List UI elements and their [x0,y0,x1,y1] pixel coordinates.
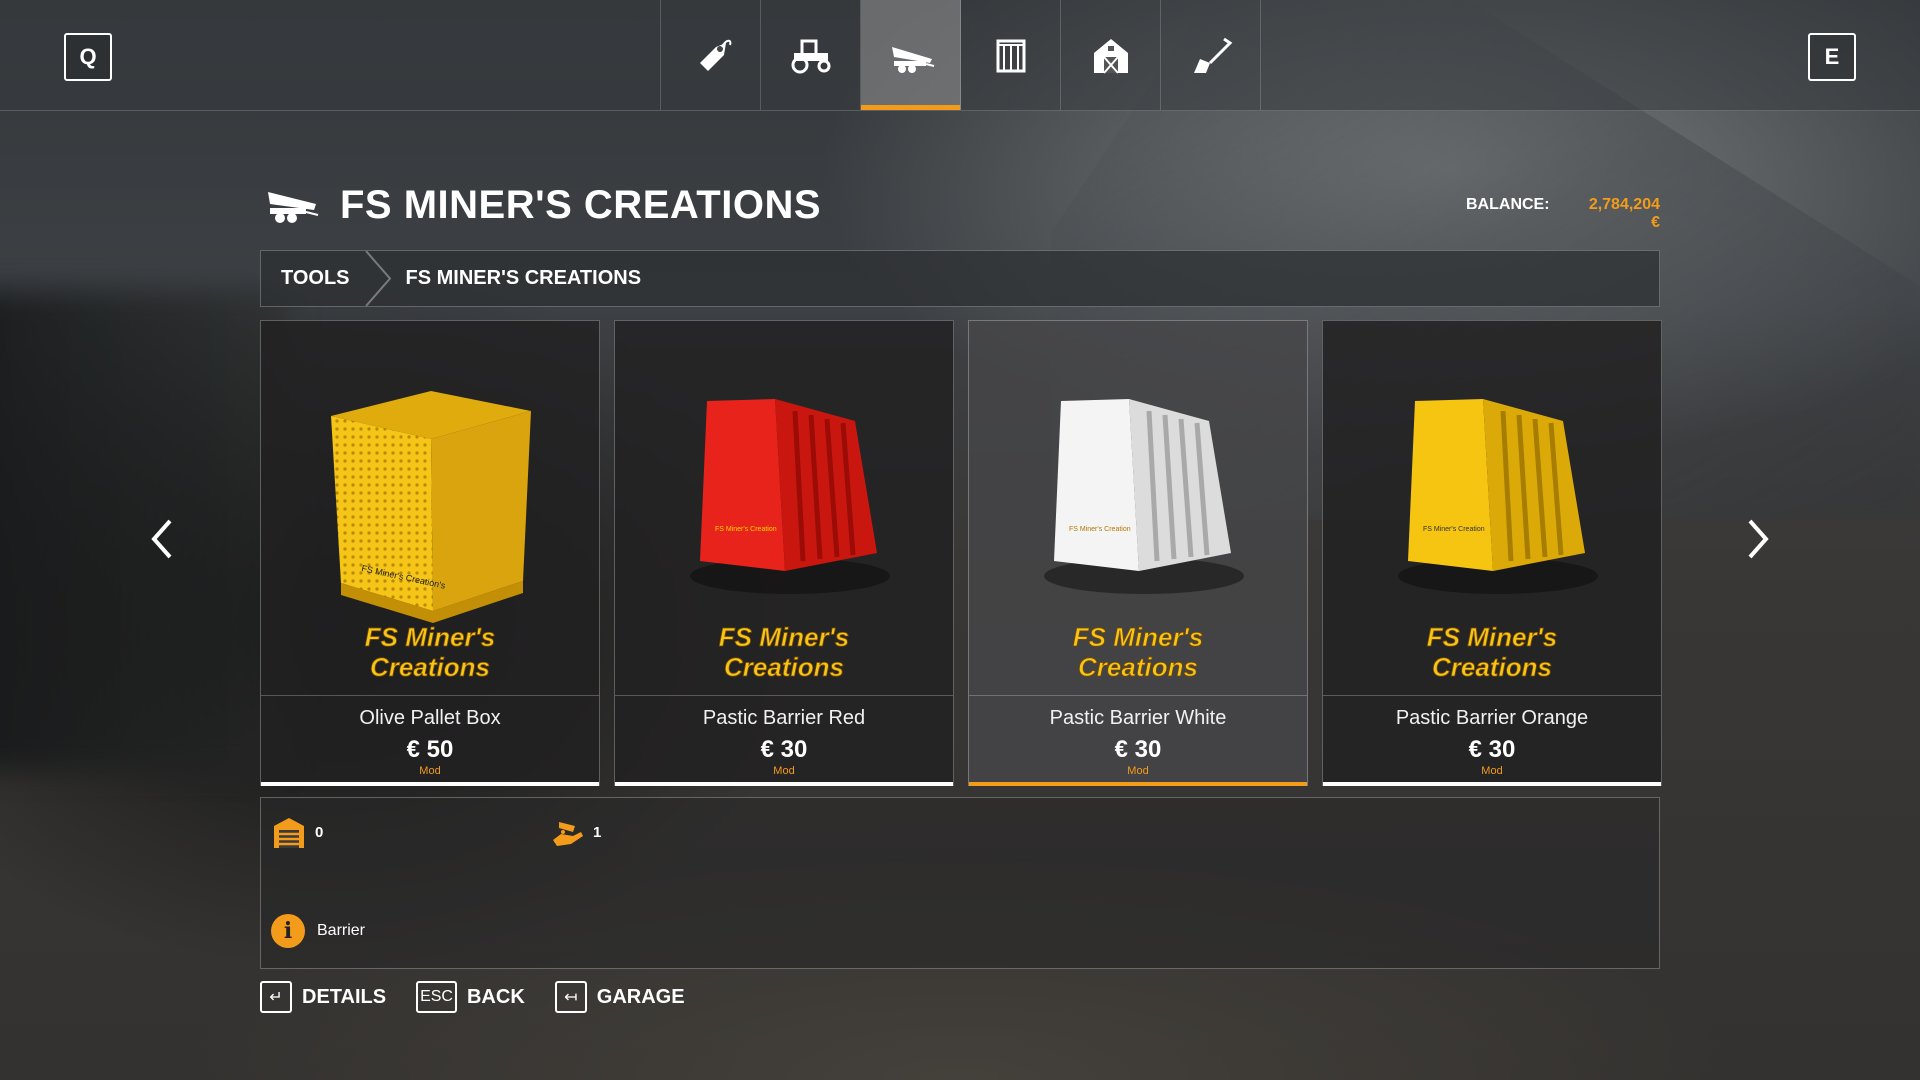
product-list: FS Miner's Creation's FS Miner's Creatio… [260,320,1662,786]
details-button[interactable]: ↵ DETAILS [260,981,386,1013]
product-name: Olive Pallet Box [359,707,501,729]
product-image: FS Miner's Creation FS Miner's Creations [1323,321,1661,695]
item-description: i Barrier [271,914,365,948]
brand-logo-text: Creations [724,652,844,682]
garage-button[interactable]: ↤ GARAGE [554,981,685,1013]
leased-count-value: 1 [593,823,602,841]
pallet-crate-icon [996,39,1025,73]
description-text: Barrier [317,922,366,939]
product-image: FS Miner's Creation's FS Miner's Creatio… [261,321,599,695]
brand-logo-text: FS Miner's [365,622,495,652]
tab-landscaping[interactable] [1161,0,1261,110]
balance-label: BALANCE: [1466,196,1550,213]
top-navigation-bar: Q E [0,0,1920,111]
product-price: € 50 [406,736,454,763]
card-divider [969,695,1307,696]
tab-objects[interactable] [961,0,1061,110]
chevron-left-icon [151,519,172,559]
back-button[interactable]: ESC BACK [416,981,525,1013]
breadcrumb-item-current: FS MINER'S CREATIONS [405,267,642,289]
enter-key-icon: ↵ [260,981,292,1013]
breadcrumb-item-tools[interactable]: TOOLS [281,267,350,290]
mod-badge: Mod [1127,765,1149,777]
card-bottom-bar [615,782,953,786]
svg-text:FS Miner's Creation: FS Miner's Creation [715,526,777,533]
product-image: FS Miner's Creation FS Miner's Creations [615,321,953,695]
product-price: € 30 [1114,736,1162,763]
product-card[interactable]: FS Miner's Creation FS Miner's Creations… [1322,320,1662,786]
product-card[interactable]: FS Miner's Creation FS Miner's Creations… [614,320,954,786]
brand-logo-text: Creations [370,652,490,682]
previous-page-key-button[interactable]: Q [64,33,112,81]
tab-tools[interactable] [861,0,961,110]
tab-sales[interactable] [661,0,761,110]
card-divider [615,695,953,696]
shovel-icon [1193,37,1232,73]
chevron-right-icon [1748,519,1769,559]
mod-badge: Mod [1481,765,1503,777]
esc-key-icon: ESC [416,981,457,1013]
previous-arrow-button[interactable] [144,515,180,563]
product-price: € 30 [1468,736,1516,763]
card-divider [1323,695,1661,696]
category-tabs [660,0,1261,110]
hand-lease-icon [553,822,583,846]
card-bottom-bar [1323,782,1661,786]
tipper-trailer-icon [268,192,319,223]
backspace-key-icon: ↤ [554,981,587,1013]
product-card[interactable]: FS Miner's Creation's FS Miner's Creatio… [260,320,600,786]
owned-count-stat: 0 [271,814,323,850]
svg-text:FS Miner's Creation: FS Miner's Creation [1069,526,1131,533]
details-label: DETAILS [302,985,387,1008]
next-arrow-button[interactable] [1740,515,1776,563]
brand-logo-text: FS Miner's [1427,622,1557,652]
product-image: FS Miner's Creation FS Miner's Creations [969,321,1307,695]
item-info-panel: 0 1 i Barrier [260,797,1660,969]
product-name: Pastic Barrier Orange [1395,707,1589,729]
mod-badge: Mod [773,765,795,777]
tab-vehicles[interactable] [761,0,861,110]
product-name: Pastic Barrier White [1049,707,1227,729]
card-bottom-bar [261,782,599,786]
card-selected-bar [969,782,1307,786]
tag-icon [699,39,731,71]
garage-icon [274,818,304,848]
brand-logo-text: FS Miner's [1073,622,1203,652]
garage-label: GARAGE [596,985,685,1008]
brand-logo-text: Creations [1078,652,1198,682]
barn-icon [1093,39,1128,74]
svg-text:FS Miner's Creation: FS Miner's Creation [1423,526,1485,533]
back-label: BACK [466,985,525,1008]
tab-buildings[interactable] [1061,0,1161,110]
next-page-key-button[interactable]: E [1808,33,1856,81]
breadcrumb-separator-icon [364,251,394,306]
action-bar: ↵ DETAILS ESC BACK ↤ GARAGE [260,978,715,1016]
balance-value: 2,784,204 € [1588,196,1660,231]
breadcrumb: TOOLS FS MINER'S CREATIONS [260,250,1660,307]
card-divider [261,695,599,696]
brand-logo-text: Creations [1432,652,1552,682]
mod-badge: Mod [419,765,441,777]
info-icon: i [271,914,305,948]
product-name: Pastic Barrier Red [702,707,866,729]
tractor-icon [791,39,830,74]
tipper-trailer-icon [891,47,934,73]
product-card[interactable]: FS Miner's Creation FS Miner's Creations… [968,320,1308,786]
brand-logo-text: FS Miner's [719,622,849,652]
page-title: FS MINER'S CREATIONS [340,183,822,227]
product-price: € 30 [760,736,808,763]
owned-count-value: 0 [315,823,324,841]
leased-count-stat: 1 [549,814,601,850]
